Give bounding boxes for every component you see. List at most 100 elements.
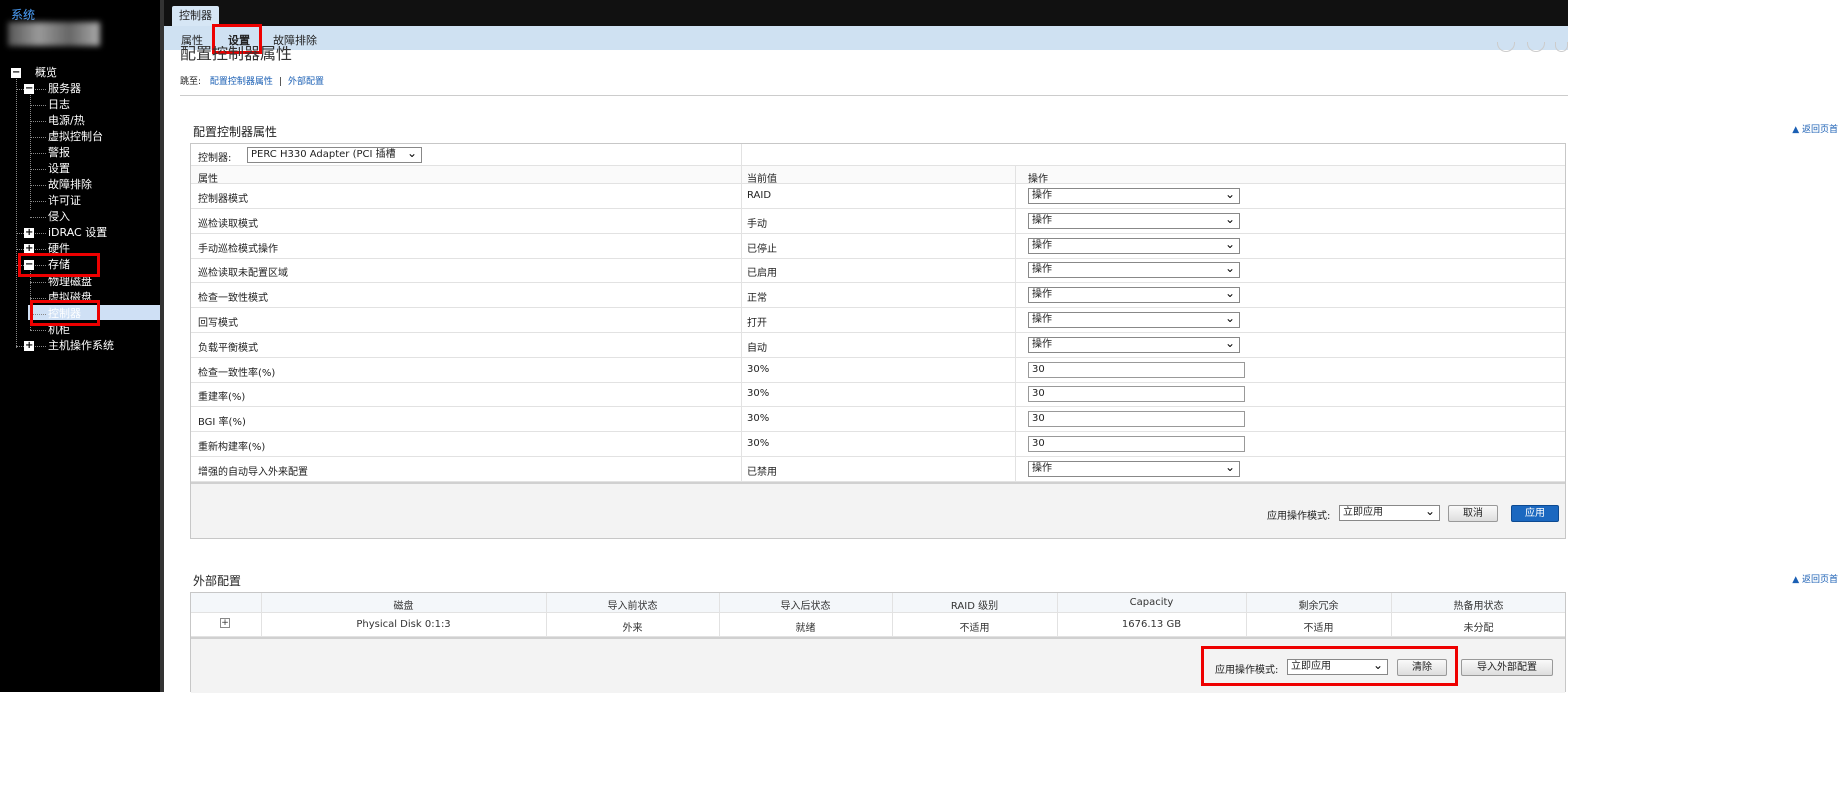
- divider-line: [180, 95, 1568, 96]
- apply-button[interactable]: 应用: [1511, 505, 1559, 522]
- jump-link-config[interactable]: 配置控制器属性: [210, 77, 273, 87]
- top-bar: [164, 0, 1568, 26]
- tree-line: [30, 185, 46, 186]
- tree-expander-overview[interactable]: −: [11, 68, 21, 78]
- col-header-disk: 磁盘: [393, 601, 414, 612]
- action-select[interactable]: 操作: [1028, 311, 1240, 328]
- col-header-current: 当前值: [747, 174, 777, 185]
- sidebar-item-logs[interactable]: 日志: [48, 97, 70, 112]
- attribute-name: 检查一致性率(%): [198, 367, 276, 379]
- tree-expander-idrac-settings[interactable]: +: [24, 228, 34, 238]
- col-divider: [741, 144, 742, 482]
- controller-select-row: 控制器: PERC H330 Adapter (PCI 插槽 3): [191, 144, 1565, 166]
- col-header-before: 导入前状态: [607, 601, 658, 612]
- action-select[interactable]: 操作: [1028, 286, 1240, 304]
- apply-mode-select[interactable]: 立即应用: [1339, 504, 1440, 521]
- tree-line: [30, 330, 46, 331]
- col-divider: [546, 593, 547, 637]
- pane-divider[interactable]: [160, 0, 164, 692]
- jump-to: 跳至: 配置控制器属性 | 外部配置: [180, 74, 330, 87]
- current-value: 30%: [747, 413, 770, 425]
- sidebar-title[interactable]: 系统: [11, 6, 35, 23]
- action-select[interactable]: 操作: [1028, 187, 1240, 204]
- current-value: 30%: [747, 438, 770, 449]
- highlight-controller: [30, 300, 100, 326]
- table-row: 回写模式 打开 操作: [191, 308, 1565, 333]
- sidebar-item-overview[interactable]: 概览: [35, 65, 57, 80]
- tree-line: [30, 169, 46, 170]
- tree-line: [30, 90, 31, 210]
- table-header-row: 属性 当前值 操作: [191, 166, 1565, 185]
- controller-footer: 应用操作模式: 立即应用 取消 应用: [191, 482, 1565, 538]
- tab-properties[interactable]: 属性: [181, 32, 203, 48]
- tree-line: [30, 121, 46, 122]
- back-to-top-label: 返回页首: [1801, 125, 1838, 135]
- current-value: 30%: [747, 388, 770, 400]
- action-input[interactable]: 30: [1028, 436, 1245, 452]
- attribute-name: BGI 率(%): [198, 417, 246, 429]
- sidebar-item-licenses[interactable]: 许可证: [48, 193, 81, 208]
- attribute-name: 增强的自动导入外来配置: [198, 466, 308, 478]
- sidebar-item-idrac-settings[interactable]: iDRAC 设置: [48, 225, 107, 240]
- current-value: 已禁用: [747, 466, 777, 478]
- table-row: 巡检读取未配置区域 已启用 操作: [191, 258, 1565, 284]
- action-select[interactable]: 操作: [1028, 237, 1240, 254]
- back-to-top-link-1[interactable]: ▲ 返回页首: [1792, 122, 1838, 135]
- sidebar-item-troubleshooting[interactable]: 故障排除: [48, 177, 92, 192]
- col-header-hotspare: 热备用状态: [1453, 601, 1504, 612]
- action-select[interactable]: 操作: [1028, 261, 1240, 279]
- tab-troubleshooting[interactable]: 故障排除: [273, 32, 317, 48]
- tab-controller[interactable]: 控制器: [172, 6, 219, 26]
- sidebar-item-virtual-console[interactable]: 虚拟控制台: [48, 129, 103, 144]
- redacted-server-name: [8, 22, 100, 46]
- help-icon[interactable]: [1497, 42, 1515, 52]
- col-header-raid: RAID 级别: [950, 601, 999, 612]
- action-input[interactable]: 30: [1028, 411, 1245, 428]
- disk-cell: Physical Disk 0:1:3: [356, 619, 451, 630]
- highlight-clear-area: [1201, 646, 1458, 686]
- foreign-header-row: 磁盘 导入前状态 导入后状态 RAID 级别 Capacity 剩余冗余 热备用…: [191, 593, 1565, 613]
- jump-link-foreign[interactable]: 外部配置: [288, 77, 324, 87]
- action-select[interactable]: 操作: [1028, 212, 1240, 229]
- sidebar-item-power-thermal[interactable]: 电源/热: [48, 113, 85, 128]
- action-select[interactable]: 操作: [1028, 336, 1240, 353]
- tree-line: [30, 298, 46, 299]
- jump-separator: |: [278, 77, 282, 87]
- print-icon[interactable]: [1555, 42, 1568, 52]
- controller-select[interactable]: PERC H330 Adapter (PCI 插槽 3): [247, 147, 422, 163]
- current-value: 正常: [747, 293, 767, 305]
- table-row: 重新构建率(%) 30% 30: [191, 432, 1565, 457]
- table-row: BGI 率(%) 30% 30: [191, 407, 1565, 433]
- sidebar: 系统 − 概览 − 服务器 日志 电源/热 虚拟控制台 警报 设置 故障排除 许可证 侵入 + iDRAC…: [0, 0, 160, 692]
- raid-cell: 不适用: [959, 623, 990, 634]
- attribute-name: 重新构建率(%): [198, 442, 266, 453]
- sub-nav: 属性 设置 故障排除: [164, 26, 1568, 50]
- foreign-disk-row: + Physical Disk 0:1:3 外来 就绪 不适用 1676.13 …: [191, 613, 1565, 637]
- sidebar-item-settings[interactable]: 设置: [48, 161, 70, 176]
- col-divider: [1057, 593, 1058, 637]
- sidebar-item-intrusion[interactable]: 侵入: [48, 209, 70, 224]
- import-foreign-config-button[interactable]: 导入外部配置: [1461, 659, 1553, 676]
- controller-properties-panel: 控制器: PERC H330 Adapter (PCI 插槽 3) 属性 当前值…: [190, 143, 1566, 539]
- sidebar-item-alerts[interactable]: 警报: [48, 145, 70, 160]
- refresh-icon[interactable]: [1527, 42, 1545, 52]
- current-value: 打开: [747, 318, 767, 329]
- attribute-name: 控制器模式: [198, 194, 248, 205]
- sidebar-item-server[interactable]: 服务器: [48, 81, 81, 96]
- cancel-button[interactable]: 取消: [1448, 505, 1498, 522]
- tree-expander-host-os[interactable]: +: [24, 341, 34, 351]
- section-title-config: 配置控制器属性: [193, 125, 278, 139]
- current-value: 已停止: [747, 243, 777, 255]
- back-to-top-link-2[interactable]: ▲ 返回页首: [1792, 572, 1838, 585]
- action-select[interactable]: 操作: [1028, 460, 1240, 477]
- action-input[interactable]: 30: [1028, 386, 1245, 403]
- attribute-name: 负载平衡模式: [198, 342, 258, 354]
- sidebar-item-host-os[interactable]: 主机操作系统: [48, 338, 114, 353]
- attribute-name: 重建率(%): [198, 392, 246, 404]
- before-cell: 外来: [622, 623, 643, 634]
- table-row: 巡检读取模式 手动 操作: [191, 209, 1565, 234]
- action-input[interactable]: 30: [1028, 361, 1245, 378]
- expand-row-button[interactable]: +: [220, 618, 230, 628]
- tree-expander-server[interactable]: −: [24, 84, 34, 94]
- col-divider: [261, 593, 262, 637]
